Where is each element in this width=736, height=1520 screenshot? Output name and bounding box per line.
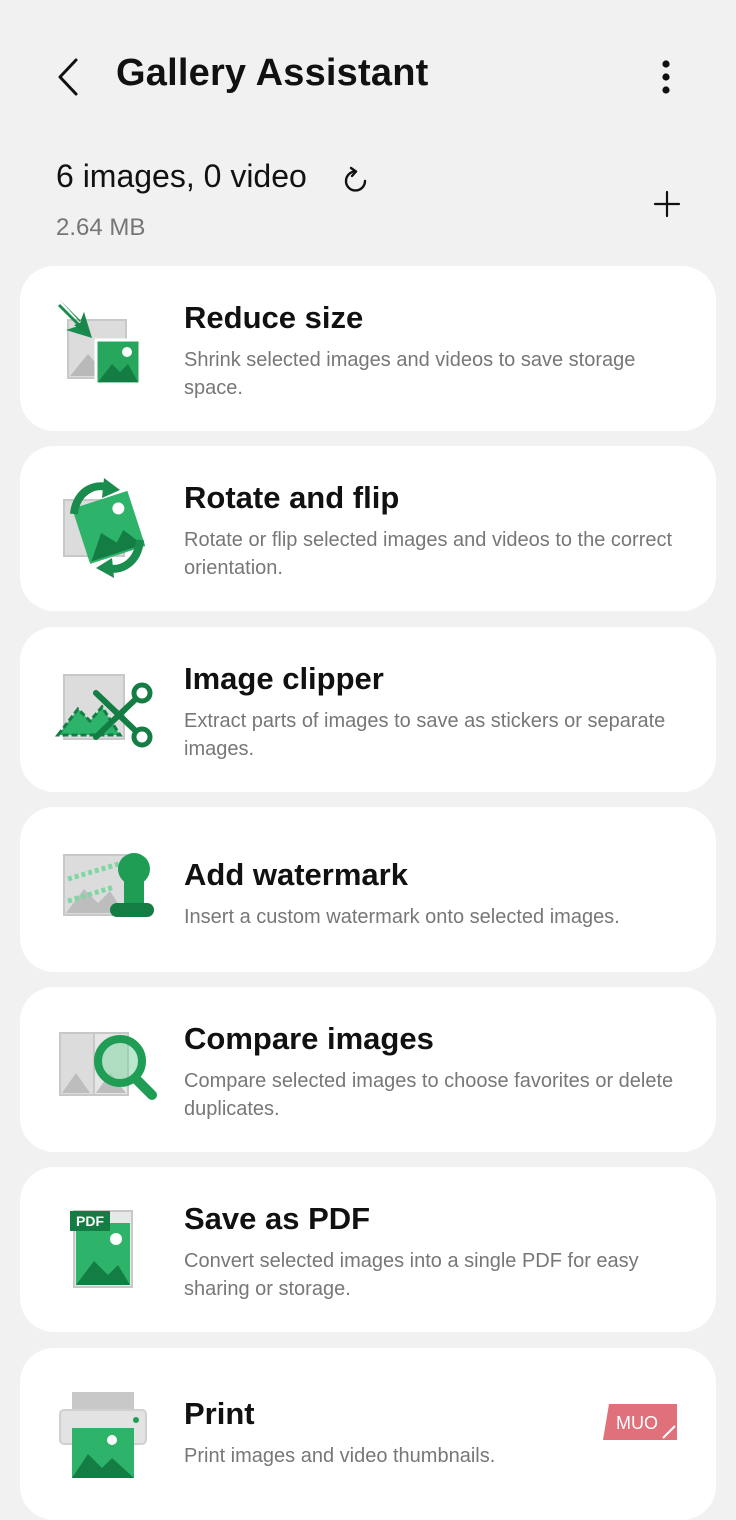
pdf-icon: PDF	[70, 1210, 133, 1288]
more-options-button[interactable]	[646, 55, 686, 99]
tool-description: Compare selected images to choose favori…	[184, 1070, 674, 1120]
chevron-left-icon	[58, 58, 78, 96]
tool-title: Rotate and flip	[184, 480, 400, 515]
page-title: Gallery Assistant	[116, 52, 429, 94]
tool-card-reduce-size[interactable]: Reduce size Shrink selected images and v…	[20, 266, 716, 431]
image-clipper-icon	[54, 674, 153, 748]
tool-card-compare-images[interactable]: Compare images Compare selected images t…	[20, 987, 716, 1152]
top-app-bar: Gallery Assistant	[0, 0, 736, 150]
tool-title: Compare images	[184, 1021, 434, 1056]
tool-title: Image clipper	[184, 661, 384, 696]
printer-icon	[59, 1392, 147, 1478]
tool-description: Print images and video thumbnails.	[184, 1445, 496, 1467]
tool-title: Print	[184, 1396, 255, 1431]
plus-icon	[653, 190, 681, 218]
svg-text:PDF: PDF	[76, 1213, 104, 1229]
tool-card-save-as-pdf[interactable]: PDF Save as PDF Convert selected images …	[20, 1167, 716, 1332]
rotate-flip-icon	[63, 478, 146, 578]
tool-description: Extract parts of images to save as stick…	[184, 710, 666, 760]
refresh-icon	[344, 166, 367, 192]
tool-card-rotate-flip[interactable]: Rotate and flip Rotate or flip selected …	[20, 446, 716, 611]
tool-title: Reduce size	[184, 300, 364, 335]
tool-description: Convert selected images into a single PD…	[184, 1250, 639, 1300]
more-vertical-icon	[662, 60, 670, 94]
add-button[interactable]	[646, 183, 688, 225]
tool-description: Shrink selected images and videos to sav…	[184, 349, 636, 399]
tool-title: Add watermark	[184, 857, 408, 892]
site-logo-badge: MUO	[603, 1404, 677, 1440]
selection-summary: 6 images, 0 video	[56, 158, 307, 194]
tool-description: Rotate or flip selected images and video…	[184, 529, 673, 579]
tool-card-add-watermark[interactable]: Add watermark Insert a custom watermark …	[20, 807, 716, 972]
site-logo-text: MUO	[616, 1413, 658, 1433]
refresh-button[interactable]	[337, 162, 375, 200]
selection-size: 2.64 MB	[56, 214, 146, 241]
tool-title: Save as PDF	[184, 1201, 371, 1236]
reduce-size-icon	[58, 300, 142, 386]
tool-card-image-clipper[interactable]: Image clipper Extract parts of images to…	[20, 627, 716, 792]
compare-images-icon	[59, 1032, 157, 1100]
tool-description: Insert a custom watermark onto selected …	[184, 906, 620, 928]
watermark-icon	[63, 853, 154, 917]
back-button[interactable]	[48, 52, 88, 102]
